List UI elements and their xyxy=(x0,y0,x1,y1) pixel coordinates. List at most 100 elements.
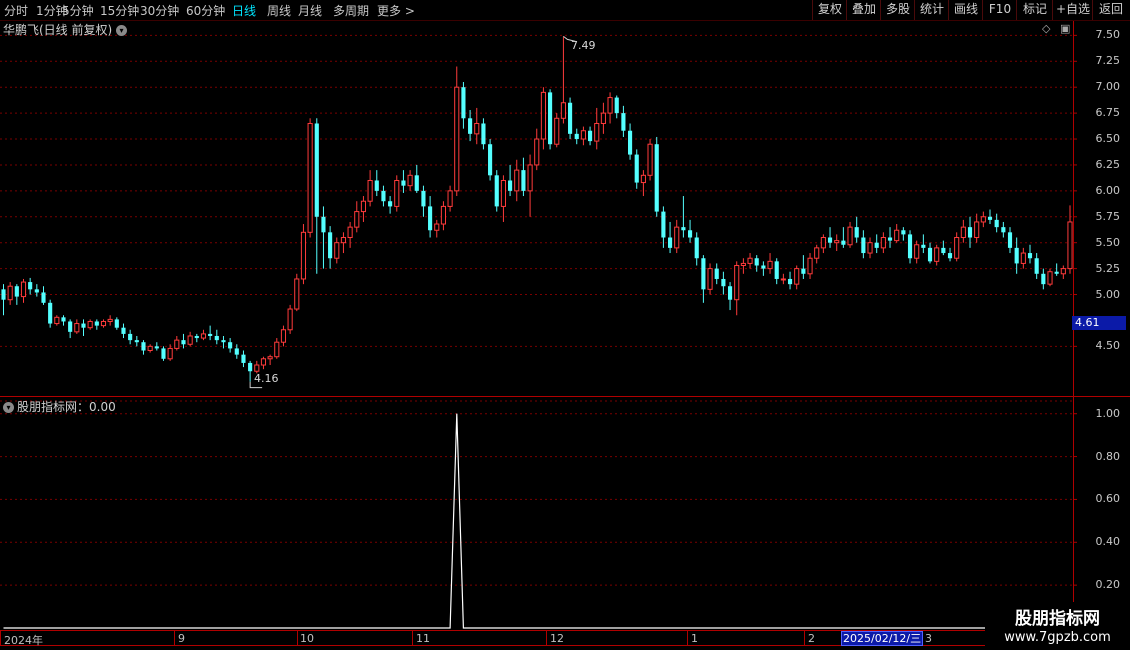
candle-body xyxy=(814,247,820,259)
candle-body xyxy=(614,97,619,114)
candle-body xyxy=(647,143,653,176)
candle-body xyxy=(388,201,393,207)
date-label-dec: 12 xyxy=(550,632,564,645)
candle-body xyxy=(894,229,900,242)
price-axis-label: 6.75 xyxy=(1095,106,1121,120)
candle-body xyxy=(1047,271,1053,285)
candle xyxy=(407,170,413,191)
candle xyxy=(640,170,646,197)
candle-body xyxy=(540,91,546,140)
candle-body xyxy=(921,244,926,248)
candle-body xyxy=(761,265,766,269)
candle xyxy=(614,95,619,119)
candle-body xyxy=(654,144,659,212)
candle xyxy=(314,118,319,274)
candle-body xyxy=(1067,221,1073,270)
price-axis-label: 7.50 xyxy=(1095,28,1121,42)
candle xyxy=(7,282,13,305)
candle xyxy=(221,335,226,349)
candle-body xyxy=(20,281,27,298)
candle xyxy=(267,354,273,366)
candle-body xyxy=(1001,227,1006,233)
candle xyxy=(1041,268,1046,290)
candle-body xyxy=(548,92,553,145)
candle xyxy=(707,263,713,295)
candle xyxy=(508,164,513,197)
candle xyxy=(594,107,600,150)
candle xyxy=(294,273,300,312)
candle xyxy=(841,227,846,248)
candle-body xyxy=(161,348,166,359)
candle-body xyxy=(634,154,639,183)
date-label-feb: 2 xyxy=(808,632,815,645)
candle-body xyxy=(901,230,906,235)
candle-body xyxy=(514,169,520,192)
chevron-down-icon[interactable]: ▾ xyxy=(116,25,128,36)
candle-body xyxy=(560,102,566,119)
price-gridlines xyxy=(0,34,1073,586)
candle-body xyxy=(880,237,886,249)
candle-body xyxy=(867,242,873,254)
kline-chart[interactable] xyxy=(0,0,1130,650)
candle-body xyxy=(61,317,66,322)
candle-body xyxy=(1020,252,1026,264)
candle-body xyxy=(447,190,453,207)
candle-body xyxy=(854,227,859,238)
candle xyxy=(388,196,393,214)
candle xyxy=(588,126,593,146)
price-axis-label: 5.25 xyxy=(1095,261,1121,275)
candle-body xyxy=(640,174,646,184)
candle xyxy=(914,240,920,264)
candle-body xyxy=(14,286,19,297)
main-chart-title: 华鹏飞(日线 前复权) ▾ xyxy=(3,21,130,38)
candle-body xyxy=(248,362,253,372)
candle-body xyxy=(94,321,99,326)
candle xyxy=(967,216,973,248)
candle-body xyxy=(607,97,613,114)
candle-body xyxy=(208,333,213,336)
candle xyxy=(714,263,719,285)
candle xyxy=(880,232,886,254)
candle xyxy=(334,237,340,264)
window-icon[interactable]: ▣ xyxy=(1060,22,1070,35)
candle-body xyxy=(74,323,80,333)
candle-body xyxy=(381,190,386,202)
date-label-mar: 3 xyxy=(925,632,932,645)
candle xyxy=(447,185,453,212)
diamond-icon[interactable]: ◇ xyxy=(1042,22,1050,35)
chevron-down-icon[interactable]: ▾ xyxy=(3,402,14,413)
candle xyxy=(780,273,786,285)
candle xyxy=(100,319,107,328)
candle xyxy=(200,329,207,341)
candle xyxy=(767,253,773,274)
candle-body xyxy=(754,258,759,266)
candle-body xyxy=(428,206,433,231)
candle-body xyxy=(600,112,606,124)
candle-body xyxy=(588,130,593,142)
candle-body xyxy=(294,278,300,310)
candle-body xyxy=(48,302,53,324)
date-label-sep: 9 xyxy=(178,632,185,645)
indicator-axis-label: 0.40 xyxy=(1095,535,1121,549)
candle xyxy=(121,323,126,339)
price-axis-label: 5.00 xyxy=(1095,287,1121,301)
candle xyxy=(927,242,933,264)
candle xyxy=(921,234,926,254)
candle xyxy=(727,282,733,311)
candle-body xyxy=(241,354,246,363)
candle-body xyxy=(947,253,953,259)
candle-body xyxy=(1054,271,1059,274)
site-watermark: 股朋指标网 www.7gpzb.com xyxy=(985,602,1130,650)
candle xyxy=(1034,253,1039,279)
candle-body xyxy=(41,292,46,303)
candle-body xyxy=(267,356,273,360)
candle-body xyxy=(1041,273,1046,285)
candle-body xyxy=(274,341,280,358)
candle xyxy=(1054,263,1059,276)
candle-body xyxy=(167,347,173,360)
candle-body xyxy=(727,286,733,300)
candle xyxy=(307,118,313,238)
candle xyxy=(280,325,287,347)
candle xyxy=(560,36,566,124)
candle-body xyxy=(401,180,406,186)
